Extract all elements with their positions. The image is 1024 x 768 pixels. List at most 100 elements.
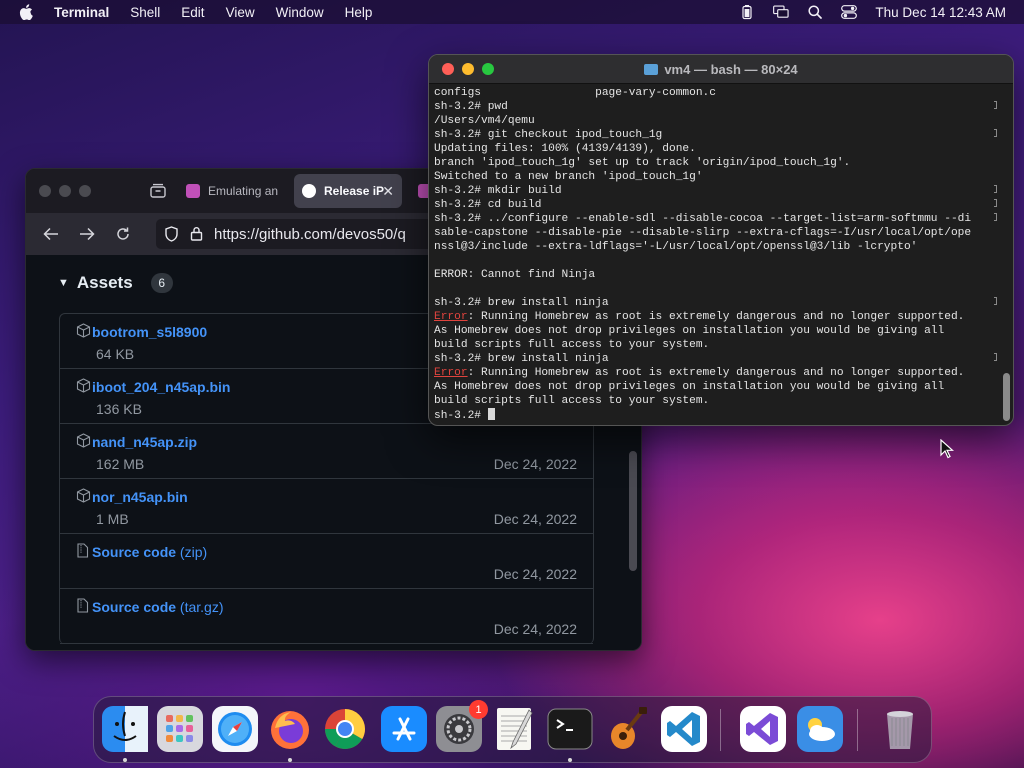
zoom-window-button[interactable] xyxy=(79,185,91,197)
terminal-line: sh-3.2# xyxy=(434,408,998,421)
apple-menu-icon[interactable] xyxy=(19,4,33,20)
firefox-icon[interactable] xyxy=(267,706,313,752)
reload-icon[interactable] xyxy=(114,225,132,243)
menu-window[interactable]: Window xyxy=(276,5,324,20)
forward-arrow-icon[interactable] xyxy=(78,225,96,243)
visual-studio-icon[interactable] xyxy=(740,706,786,752)
package-icon xyxy=(76,433,91,448)
assets-title: Assets xyxy=(76,273,133,292)
menu-shell[interactable]: Shell xyxy=(130,5,160,20)
close-window-button[interactable] xyxy=(39,185,51,197)
collapse-triangle-icon[interactable]: ▼ xyxy=(58,277,69,289)
terminal-line: Error: Running Homebrew as root is extre… xyxy=(434,367,965,379)
tab-emulating[interactable]: Emulating an xyxy=(178,174,282,208)
prompt-mark xyxy=(994,297,997,305)
asset-date: Dec 24, 2022 xyxy=(493,456,577,472)
page-scrollbar[interactable] xyxy=(629,451,637,571)
running-indicator xyxy=(123,758,127,762)
running-indicator xyxy=(288,758,292,762)
asset-link[interactable]: nand_n45ap.zip xyxy=(92,434,197,450)
back-arrow-icon[interactable] xyxy=(42,225,60,243)
notification-badge: 1 xyxy=(469,700,488,719)
asset-link[interactable]: iboot_204_n45ap.bin xyxy=(92,379,230,395)
dock-separator xyxy=(857,709,858,751)
terminal-line: sh-3.2# ../configure --enable-sdl --disa… xyxy=(434,213,972,225)
github-favicon-icon xyxy=(302,184,316,198)
terminal-title-bar[interactable]: vm4 — bash — 80×24 xyxy=(429,55,1013,84)
assets-count-badge: 6 xyxy=(150,273,173,293)
trash-glyph xyxy=(877,706,923,752)
asset-link[interactable]: nor_n45ap.bin xyxy=(92,489,188,505)
tracking-shield-icon[interactable] xyxy=(164,226,180,242)
trash-icon[interactable] xyxy=(877,706,923,752)
terminal-scrollbar[interactable] xyxy=(1003,373,1010,421)
terminal-output[interactable]: configs page-vary-common.c sh-3.2# pwd/Us… xyxy=(434,86,998,421)
terminal-line: sable-capstone --disable-pie --disable-s… xyxy=(434,227,972,239)
spotlight-search-icon[interactable] xyxy=(807,4,823,20)
package-icon xyxy=(76,378,91,393)
weather-icon[interactable] xyxy=(797,706,843,752)
asset-link[interactable]: bootrom_s5l8900 xyxy=(92,324,207,340)
prompt-mark xyxy=(994,101,997,109)
finder-icon[interactable] xyxy=(102,706,148,752)
terminal-line: branch 'ipod_touch_1g' set up to track '… xyxy=(434,157,851,169)
file-zip-icon xyxy=(76,598,91,613)
terminal-line: sh-3.2# mkdir build xyxy=(434,185,562,197)
launchpad-icon[interactable] xyxy=(157,706,203,752)
terminal-glyph xyxy=(547,706,593,752)
terminal-line: build scripts full access to your system… xyxy=(434,339,710,351)
running-indicator xyxy=(568,758,572,762)
asset-link[interactable]: Source code (zip) xyxy=(92,544,207,560)
vscode-glyph xyxy=(661,706,707,752)
asset-size: 64 KB xyxy=(96,346,135,362)
terminal-line: Switched to a new branch 'ipod_touch_1g' xyxy=(434,171,703,183)
menu-edit[interactable]: Edit xyxy=(181,5,204,20)
textedit-icon[interactable] xyxy=(491,706,537,752)
tab-overview-icon[interactable] xyxy=(149,182,167,200)
file-zip-icon xyxy=(76,543,91,558)
asset-row: Source code (zip) Dec 24, 2022 xyxy=(60,534,593,589)
battery-icon[interactable] xyxy=(739,4,755,20)
garageband-glyph xyxy=(603,706,649,752)
close-tab-icon[interactable]: ✕ xyxy=(382,183,394,200)
menu-app-name[interactable]: Terminal xyxy=(54,5,109,20)
safari-icon[interactable] xyxy=(212,706,258,752)
menu-bar-clock[interactable]: Thu Dec 14 12:43 AM xyxy=(875,5,1006,20)
tab-release[interactable]: Release iP ✕ xyxy=(294,174,402,208)
vscode-icon[interactable] xyxy=(661,706,707,752)
terminal-line: sh-3.2# cd build xyxy=(434,199,542,211)
menu-view[interactable]: View xyxy=(226,5,255,20)
prompt-mark xyxy=(994,185,997,193)
minimize-window-button[interactable] xyxy=(59,185,71,197)
terminal-line: /Users/vm4/qemu xyxy=(434,115,535,127)
chrome-icon[interactable] xyxy=(322,706,368,752)
asset-date: Dec 24, 2022 xyxy=(493,621,577,637)
asset-date: Dec 24, 2022 xyxy=(493,566,577,582)
chrome-glyph xyxy=(322,706,368,752)
url-text: https://github.com/devos50/q xyxy=(214,225,406,243)
firefox-glyph xyxy=(267,706,313,752)
menu-help[interactable]: Help xyxy=(345,5,373,20)
textedit-glyph xyxy=(491,706,537,752)
terminal-line: sh-3.2# git checkout ipod_touch_1g xyxy=(434,129,663,141)
garageband-icon[interactable] xyxy=(603,706,649,752)
dock: 1 xyxy=(93,696,932,763)
launchpad-glyph xyxy=(157,706,203,752)
system-settings-icon[interactable]: 1 xyxy=(436,700,488,752)
app-store-icon[interactable] xyxy=(381,706,427,752)
asset-link[interactable]: Source code (tar.gz) xyxy=(92,599,224,615)
terminal-line: ERROR: Cannot find Ninja xyxy=(434,269,596,281)
safari-glyph xyxy=(212,706,258,752)
visual-studio-glyph xyxy=(740,706,786,752)
screen-mirroring-icon[interactable] xyxy=(773,4,790,20)
terminal-line: sh-3.2# pwd xyxy=(434,101,508,113)
terminal-icon[interactable] xyxy=(547,706,593,752)
assets-header[interactable]: ▼ Assets 6 xyxy=(58,273,173,293)
lock-icon[interactable] xyxy=(190,226,204,242)
prompt-mark xyxy=(994,129,997,137)
control-center-icon[interactable] xyxy=(841,4,858,20)
terminal-line: nssl@3/include --extra-ldflags='-L/usr/l… xyxy=(434,241,918,253)
tab-label: Release iP xyxy=(324,184,385,198)
